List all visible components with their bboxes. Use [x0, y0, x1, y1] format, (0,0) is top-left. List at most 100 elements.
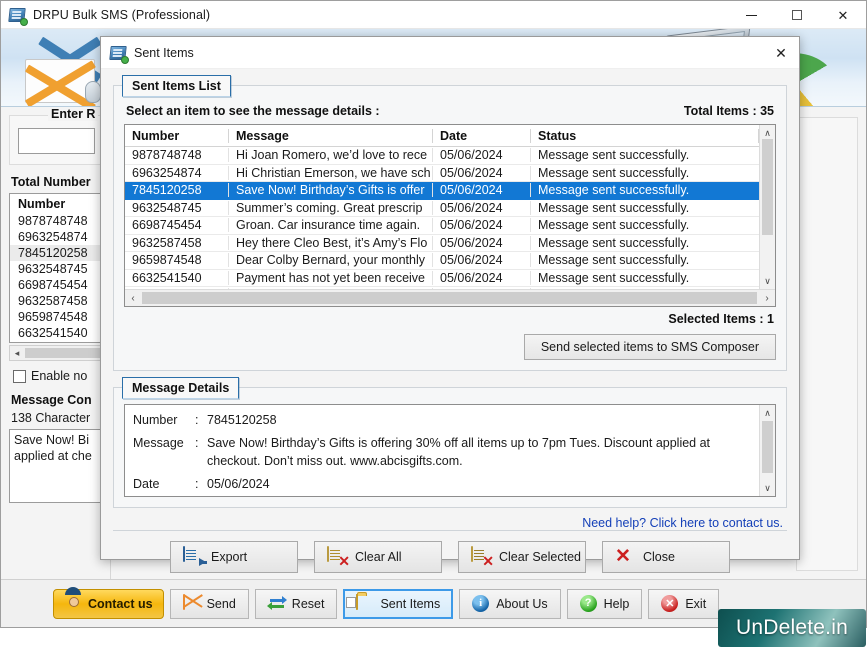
scroll-up-icon[interactable]: ∧	[764, 405, 771, 421]
detail-colon: :	[195, 413, 199, 427]
person-icon	[64, 595, 82, 613]
recipient-input[interactable]	[18, 128, 95, 154]
grid-header-row: Number Message Date Status	[125, 125, 759, 147]
message-textarea[interactable]: Save Now! Bi applied at che	[9, 429, 104, 503]
dialog-title: Sent Items	[134, 45, 194, 60]
message-details-box[interactable]: Number : 7845120258 Message : Save Now! …	[124, 404, 776, 497]
table-row[interactable]: 9632587458 Hey there Cleo Best, it’s Amy…	[125, 235, 759, 252]
details-vscrollbar[interactable]: ∧ ∨	[759, 405, 775, 496]
sidebar-number-list[interactable]: Number 9878748748 6963254874 7845120258 …	[9, 193, 104, 343]
grid-columns: Number Message Date Status 9878748748 Hi…	[125, 125, 759, 305]
detail-date-value: 05/06/2024	[207, 477, 270, 492]
dialog-close-button[interactable]: ✕	[767, 40, 795, 66]
watermark: UnDelete.in	[718, 609, 866, 647]
about-us-button[interactable]: i About Us	[459, 588, 561, 619]
maximize-icon	[792, 10, 802, 20]
close-x-icon: ✕	[615, 546, 631, 567]
contact-us-button[interactable]: Contact us	[53, 588, 164, 619]
list-item[interactable]: 9632548745	[10, 261, 103, 277]
list-item[interactable]: 9659874548	[10, 309, 103, 325]
reset-button[interactable]: Reset	[254, 588, 338, 619]
question-icon: ?	[579, 594, 598, 613]
sent-items-button[interactable]: Sent Items	[343, 588, 454, 619]
grid-vscrollbar[interactable]: ∧ ∨	[759, 125, 775, 289]
sent-items-list-tab[interactable]: Sent Items List	[122, 75, 231, 97]
cell-message: Hi Christian Emerson, we have sch	[229, 165, 433, 180]
export-button[interactable]: Export	[170, 540, 298, 573]
clear-selected-button[interactable]: ✕ Clear Selected	[458, 540, 586, 573]
detail-number-line: Number : 7845120258	[133, 411, 751, 429]
minimize-icon	[745, 14, 757, 16]
list-item[interactable]: 9632587458	[10, 293, 103, 309]
sent-items-list-panel: Sent Items List Select an item to see th…	[113, 75, 787, 371]
scroll-left-icon[interactable]: ‹	[125, 293, 141, 304]
app-sms-icon	[8, 6, 28, 26]
column-header-date[interactable]: Date	[433, 128, 531, 143]
list-instruction: Select an item to see the message detail…	[126, 104, 380, 118]
hscroll-thumb[interactable]	[142, 292, 757, 304]
scroll-right-icon[interactable]: ›	[759, 293, 775, 304]
list-item[interactable]: 6632541540	[10, 325, 103, 341]
vscroll-thumb[interactable]	[762, 139, 773, 235]
send-button[interactable]: Send	[169, 588, 249, 619]
sidebar-list-hscrollbar[interactable]: ◂	[9, 345, 104, 361]
close-label: Close	[643, 549, 675, 564]
total-items-count: Total Items : 35	[683, 104, 774, 118]
mouse-graphic	[85, 81, 101, 103]
enter-recipient-group: Enter R	[9, 107, 104, 165]
grid-hscrollbar[interactable]: ‹ ›	[125, 289, 775, 306]
cell-status: Message sent successfully.	[538, 165, 690, 180]
column-header-status[interactable]: Status	[531, 128, 759, 143]
table-row[interactable]: 6698745454 Groan. Car insurance time aga…	[125, 217, 759, 235]
table-row[interactable]: 7845120258 Save Now! Birthday’s Gifts is…	[125, 182, 759, 200]
message-details-tab[interactable]: Message Details	[122, 377, 240, 399]
exit-button[interactable]: ✕ Exit	[648, 588, 720, 619]
clear-selected-icon: ✕	[471, 546, 494, 568]
cell-number: 9632548745	[125, 200, 229, 215]
dialog-footer: Export ✕ Clear All ✕ Clear Selected ✕ Cl…	[113, 530, 787, 586]
maximize-button[interactable]	[774, 1, 820, 29]
help-button[interactable]: ? Help	[566, 588, 643, 619]
cell-status: Message sent successfully.	[538, 148, 690, 163]
list-item[interactable]: 9878748748	[10, 213, 103, 229]
detail-date-key: Date	[133, 477, 160, 492]
column-header-message[interactable]: Message	[229, 128, 433, 143]
enable-checkbox-row[interactable]: Enable no	[13, 369, 104, 383]
list-item[interactable]: 6698745454	[10, 277, 103, 293]
sent-items-dialog: Sent Items ✕ Sent Items List Select an i…	[100, 36, 800, 573]
number-column-header: Number	[10, 194, 103, 213]
table-row[interactable]: 9632548745 Summer’s coming. Great prescr…	[125, 200, 759, 217]
exit-label: Exit	[685, 596, 707, 611]
table-row[interactable]: 9878748748 Hi Joan Romero, we’d love to …	[125, 147, 759, 165]
cell-date: 05/06/2024	[433, 253, 531, 268]
table-row[interactable]: 6963254874 Hi Christian Emerson, we have…	[125, 165, 759, 182]
close-button[interactable]: ✕	[820, 1, 866, 29]
list-item[interactable]: 7845120258	[10, 245, 103, 261]
reset-label: Reset	[291, 596, 325, 611]
send-composer-row: Send selected items to SMS Composer	[124, 334, 776, 360]
table-row[interactable]: 9659874548 Dear Colby Bernard, your mont…	[125, 252, 759, 270]
cell-message: Hey there Cleo Best, it’s Amy’s Flo	[229, 235, 433, 250]
detail-message-line: Message : Save Now! Birthday’s Gifts is …	[133, 434, 751, 470]
send-to-sms-composer-button[interactable]: Send selected items to SMS Composer	[523, 334, 776, 360]
sent-items-grid[interactable]: Number Message Date Status 9878748748 Hi…	[124, 124, 776, 307]
list-item[interactable]: 6963254874	[10, 229, 103, 245]
scroll-down-icon[interactable]: ∨	[764, 480, 771, 496]
need-help-link[interactable]: Need help? Click here to contact us.	[113, 516, 783, 530]
column-header-number[interactable]: Number	[125, 128, 229, 143]
hscroll-thumb[interactable]	[25, 348, 103, 358]
scroll-down-icon[interactable]: ∨	[764, 273, 771, 289]
vscroll-thumb[interactable]	[762, 420, 773, 473]
cell-date: 05/06/2024	[433, 270, 531, 285]
minimize-button[interactable]	[728, 1, 774, 29]
clear-all-button[interactable]: ✕ Clear All	[314, 540, 442, 573]
enable-checkbox[interactable]	[13, 369, 26, 383]
folder-icon	[356, 593, 374, 613]
detail-message-key: Message	[133, 436, 184, 451]
message-details-text: Number : 7845120258 Message : Save Now! …	[125, 405, 759, 496]
list-instruction-row: Select an item to see the message detail…	[126, 104, 774, 118]
scroll-left-icon[interactable]: ◂	[10, 348, 24, 359]
table-row[interactable]: 6632541540 Payment has not yet been rece…	[125, 270, 759, 287]
close-dialog-button[interactable]: ✕ Close	[602, 540, 730, 573]
dialog-body: Sent Items List Select an item to see th…	[101, 69, 799, 530]
